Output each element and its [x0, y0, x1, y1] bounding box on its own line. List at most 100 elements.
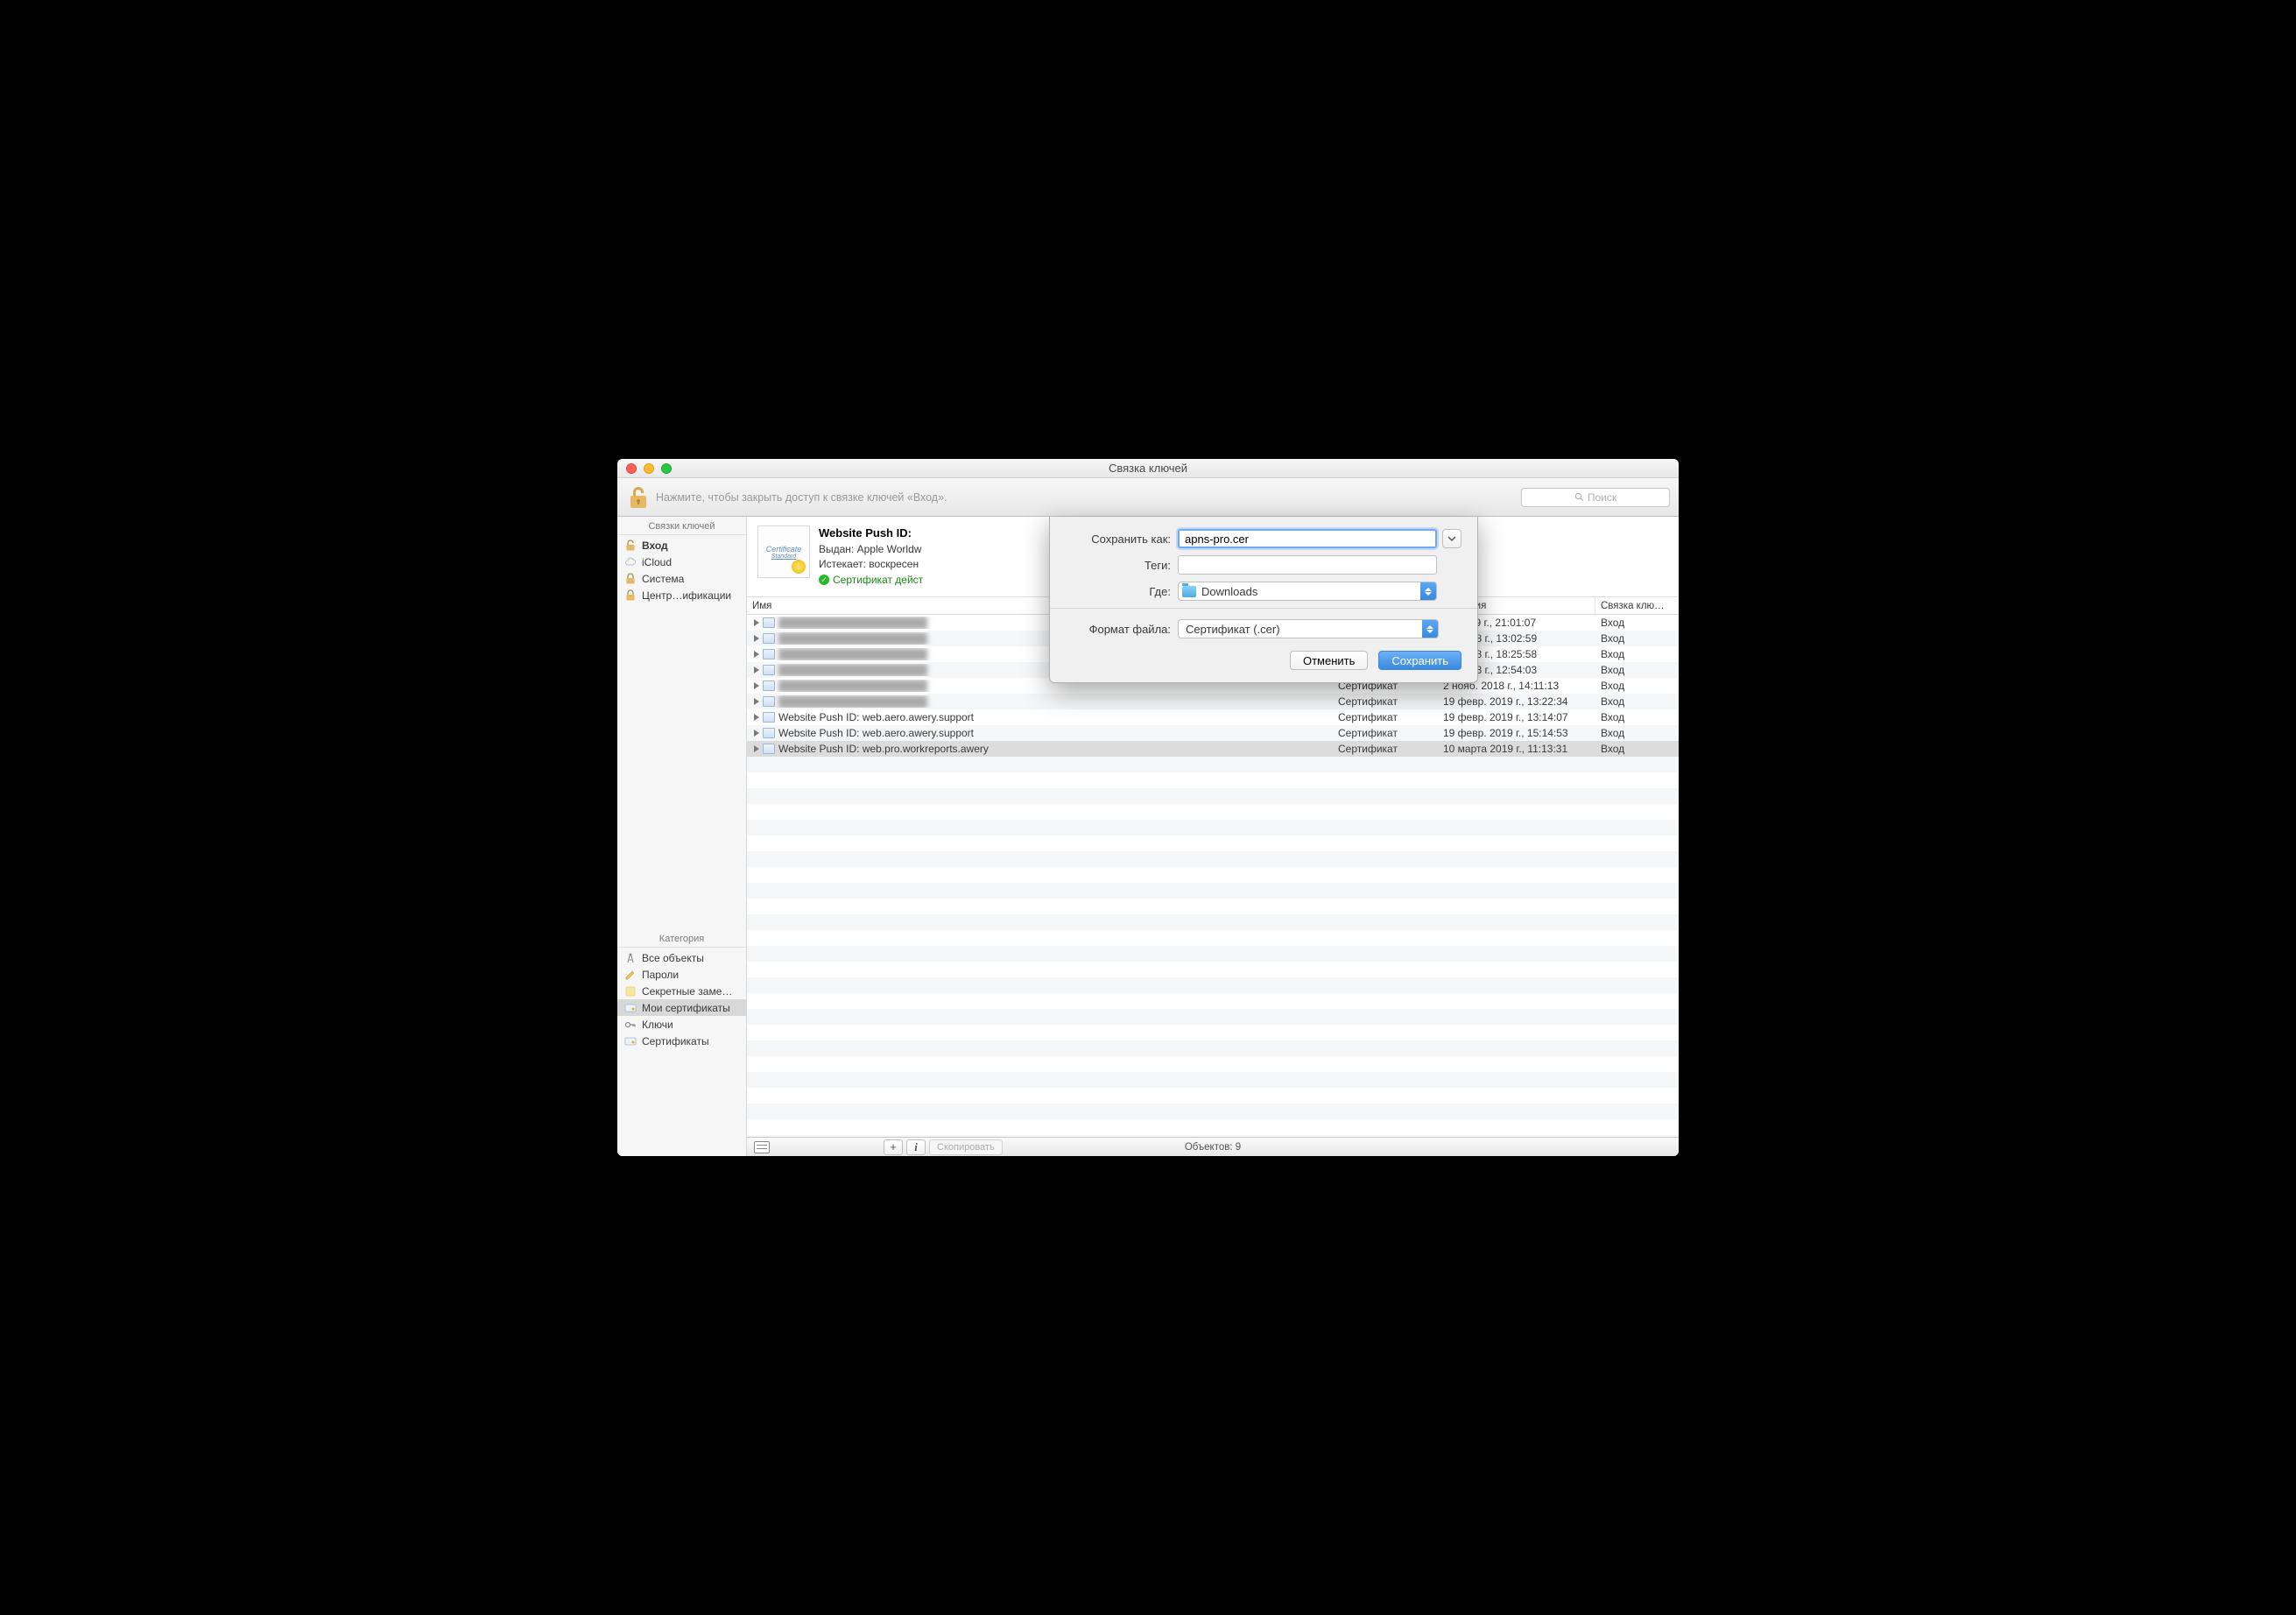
- sidebar-category-header: Категория: [617, 929, 746, 948]
- toolbar: Нажмите, чтобы закрыть доступ к связке к…: [617, 478, 1679, 517]
- sidebar-category-item[interactable]: Ключи: [617, 1016, 746, 1033]
- disclosure-triangle-icon[interactable]: [754, 730, 759, 737]
- column-keychain[interactable]: Связка клю…: [1595, 597, 1679, 614]
- updown-arrows-icon: [1420, 582, 1436, 600]
- toolbar-hint: Нажмите, чтобы закрыть доступ к связке к…: [656, 491, 947, 504]
- row-keychain: Вход: [1595, 680, 1679, 692]
- lock-keychain-button[interactable]: [626, 485, 651, 510]
- sidebar-category-item[interactable]: Мои сертификаты: [617, 999, 746, 1016]
- search-icon: [1574, 492, 1584, 502]
- row-date: 19 февр. 2019 г., 13:14:07: [1438, 711, 1595, 723]
- format-popup[interactable]: Сертификат (.cer): [1178, 619, 1439, 638]
- table-row[interactable]: ████████████████████Сертификат19 февр. 2…: [747, 694, 1679, 709]
- sidebar-item-label: Пароли: [642, 969, 679, 981]
- sidebar-category-item[interactable]: Все объекты: [617, 949, 746, 966]
- save-as-input[interactable]: [1178, 529, 1437, 548]
- folder-icon: [1182, 586, 1196, 597]
- object-count: Объектов: 9: [747, 1142, 1679, 1153]
- titlebar: Связка ключей: [617, 459, 1679, 478]
- pencil-icon: [624, 969, 637, 981]
- search-field[interactable]: Поиск: [1521, 488, 1670, 507]
- row-type: Сертификат: [1333, 727, 1438, 739]
- sidebar-category-item[interactable]: Сертификаты: [617, 1033, 746, 1049]
- lock-open-icon: [624, 540, 637, 552]
- sidebar-category-item[interactable]: Пароли: [617, 966, 746, 983]
- certificate-row-icon: [763, 665, 775, 675]
- row-name: Website Push ID: web.aero.awery.support: [778, 727, 974, 739]
- row-keychain: Вход: [1595, 664, 1679, 676]
- format-value: Сертификат (.cer): [1186, 623, 1280, 636]
- tags-input[interactable]: [1178, 555, 1437, 575]
- cancel-button[interactable]: Отменить: [1290, 651, 1368, 670]
- row-keychain: Вход: [1595, 727, 1679, 739]
- sidebar-item-label: Мои сертификаты: [642, 1002, 730, 1014]
- row-keychain: Вход: [1595, 617, 1679, 629]
- sidebar-item-label: Сертификаты: [642, 1035, 709, 1047]
- cloud-icon: [624, 556, 637, 568]
- save-button[interactable]: Сохранить: [1378, 651, 1461, 670]
- certificate-icon: Certificate Standard: [757, 525, 810, 578]
- sidebar-keychain-item[interactable]: Вход: [617, 537, 746, 554]
- statusbar: + i Скопировать Объектов: 9: [747, 1137, 1679, 1156]
- keychain-access-window: Связка ключей Нажмите, чтобы закрыть дос…: [617, 459, 1679, 1156]
- row-keychain: Вход: [1595, 648, 1679, 660]
- body: Связки ключей ВходiCloudСистемаЦентр…ифи…: [617, 517, 1679, 1156]
- lock-icon: [624, 589, 637, 602]
- row-name: Website Push ID: web.aero.awery.support: [778, 711, 974, 723]
- lock-icon: [624, 573, 637, 585]
- disclosure-triangle-icon[interactable]: [754, 666, 759, 674]
- table-row[interactable]: Website Push ID: web.aero.awery.support С…: [747, 725, 1679, 741]
- sidebar-item-label: Система: [642, 573, 684, 585]
- row-name: Website Push ID: web.pro.workreports.awe…: [778, 743, 989, 755]
- certificate-issued-by: Выдан: Apple Worldw: [819, 542, 923, 557]
- disclosure-triangle-icon[interactable]: [754, 651, 759, 658]
- certificate-row-icon: [763, 617, 775, 628]
- certificate-row-icon: [763, 649, 775, 659]
- row-date: 10 марта 2019 г., 11:13:31: [1438, 743, 1595, 755]
- row-date: 19 февр. 2019 г., 13:22:34: [1438, 695, 1595, 708]
- sidebar-keychain-item[interactable]: Система: [617, 570, 746, 587]
- disclosure-triangle-icon[interactable]: [754, 619, 759, 626]
- expand-dialog-button[interactable]: [1442, 529, 1461, 548]
- where-popup[interactable]: Downloads: [1178, 582, 1437, 601]
- sidebar-keychain-item[interactable]: iCloud: [617, 554, 746, 570]
- row-type: Сертификат: [1333, 695, 1438, 708]
- certificate-title: Website Push ID:: [819, 525, 923, 542]
- row-keychain: Вход: [1595, 695, 1679, 708]
- chevron-down-icon: [1447, 534, 1456, 543]
- certificate-row-icon: [763, 744, 775, 754]
- content: Certificate Standard Website Push ID: Вы…: [747, 517, 1679, 1156]
- updown-arrows-icon: [1422, 620, 1438, 638]
- certificate-row-icon: [763, 728, 775, 738]
- table-row[interactable]: Website Push ID: web.pro.workreports.awe…: [747, 741, 1679, 757]
- certificate-row-icon: [763, 696, 775, 707]
- disclosure-triangle-icon[interactable]: [754, 635, 759, 642]
- table-body: ████████████████████ня 2019 г., 21:01:07…: [747, 615, 1679, 1137]
- save-as-label: Сохранить как:: [1066, 532, 1178, 546]
- disclosure-triangle-icon[interactable]: [754, 745, 759, 752]
- sidebar-item-label: Ключи: [642, 1019, 673, 1031]
- row-keychain: Вход: [1595, 632, 1679, 645]
- tags-label: Теги:: [1066, 559, 1178, 572]
- disclosure-triangle-icon[interactable]: [754, 698, 759, 705]
- sidebar-keychain-item[interactable]: Центр…ификации: [617, 587, 746, 603]
- save-dialog: Сохранить как: Теги: Где: Downloads: [1049, 517, 1478, 683]
- key-icon: [624, 1019, 637, 1031]
- disclosure-triangle-icon[interactable]: [754, 714, 759, 721]
- cert-icon: [624, 1035, 637, 1047]
- where-value: Downloads: [1201, 585, 1257, 598]
- compass-icon: [624, 952, 637, 964]
- search-placeholder: Поиск: [1588, 491, 1616, 504]
- sidebar-category-item[interactable]: Секретные заме…: [617, 983, 746, 999]
- check-icon: ✓: [819, 575, 829, 585]
- cert-icon: [624, 1002, 637, 1014]
- table-row[interactable]: Website Push ID: web.aero.awery.support С…: [747, 709, 1679, 725]
- sidebar: Связки ключей ВходiCloud Система Центр…ифи…: [617, 517, 747, 1156]
- sidebar-item-label: Центр…ификации: [642, 589, 731, 602]
- sidebar-keychains-header: Связки ключей: [617, 517, 746, 535]
- note-icon: [624, 985, 637, 998]
- row-type: Сертификат: [1333, 711, 1438, 723]
- disclosure-triangle-icon[interactable]: [754, 682, 759, 689]
- row-type: Сертификат: [1333, 743, 1438, 755]
- certificate-row-icon: [763, 633, 775, 644]
